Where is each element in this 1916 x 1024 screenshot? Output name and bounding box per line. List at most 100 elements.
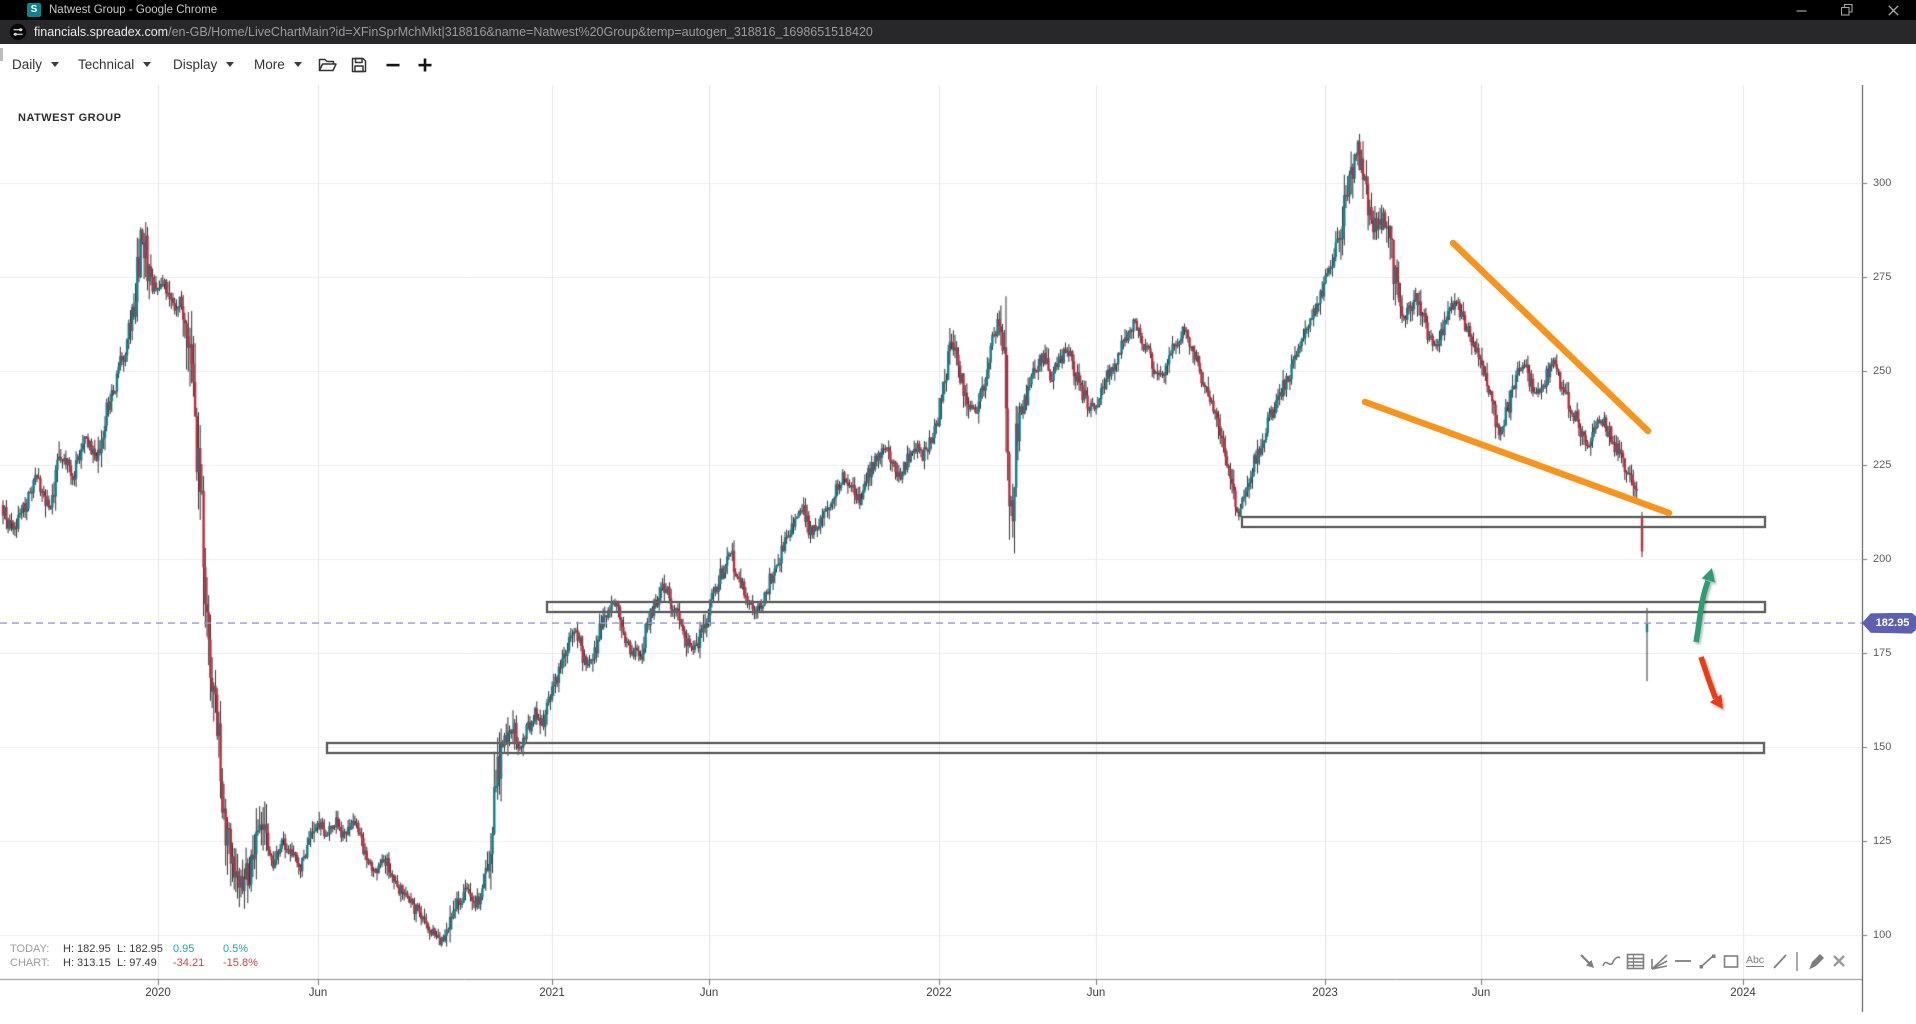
text-tool-icon: Abc [1746,955,1764,968]
x-axis-label: 2021 [539,987,565,999]
zoom-in-button[interactable] [418,44,432,85]
y-axis-label: 175 [1873,647,1891,659]
save-icon [351,57,367,73]
y-axis-label: 225 [1873,459,1891,471]
close-button[interactable] [1870,0,1916,20]
horizontal-line-tool[interactable] [1672,949,1694,973]
y-axis-label: 275 [1873,271,1891,283]
fibonacci-icon [1624,950,1646,972]
fan-icon [1648,950,1670,972]
stats-change: 0.95 [173,943,223,957]
more-dropdown[interactable]: More [254,44,302,85]
x-axis-label: Jun [1087,987,1106,999]
display-dropdown[interactable]: Display [173,44,234,85]
drawing-toolbar: Abc [1576,949,1850,973]
marker-icon [1804,950,1826,972]
more-dropdown-label: More [254,57,285,72]
instrument-title: NATWEST GROUP [18,112,121,124]
chevron-down-icon [226,62,234,67]
window-controls [1778,0,1916,20]
display-dropdown-label: Display [173,57,217,72]
folder-open-icon [318,57,337,73]
plus-icon [418,58,432,72]
horizontal-line-icon [1672,950,1694,972]
scrollbar-artifact [0,48,3,61]
x-axis-label: Jun [1472,987,1491,999]
y-axis-label: 250 [1873,365,1891,377]
stats-change-pct: -15.8% [223,957,273,971]
stats-label: TODAY: [10,943,63,957]
chart-toolbar: Daily Technical Display More [0,44,1916,85]
stats-high: H: 313.15 [63,957,117,971]
timeframe-dropdown-label: Daily [12,57,42,72]
curve-icon [1600,950,1622,972]
support-resistance-zone[interactable] [1242,517,1765,527]
chart-stats: TODAY: H: 182.95 L: 182.95 0.95 0.5% CHA… [10,943,273,970]
diagonal-line-icon [1768,950,1790,972]
stats-row-chart: CHART: H: 313.15 L: 97.49 -34.21 -15.8% [10,957,273,971]
chevron-down-icon [51,62,59,67]
close-tool[interactable] [1828,949,1850,973]
stats-change-pct: 0.5% [223,943,273,957]
stats-high: H: 182.95 [63,943,117,957]
marker-tool[interactable] [1804,949,1826,973]
window-title: Natwest Group - Google Chrome [49,0,217,20]
x-axis-label: Jun [700,987,719,999]
minimize-button[interactable] [1778,0,1824,20]
open-chart-button[interactable] [318,44,337,85]
chart-area: NATWEST GROUP 30027525022520017515012510… [0,85,1916,1024]
support-resistance-zone[interactable] [547,602,1765,612]
x-axis-label: 2022 [926,987,952,999]
minimize-icon [1796,5,1807,16]
x-axis-label: Jun [309,987,328,999]
diagonal-line-tool[interactable] [1768,949,1790,973]
window-titlebar: S Natwest Group - Google Chrome [0,0,1916,20]
x-axis-label: 2020 [145,987,171,999]
y-axis-label: 200 [1873,553,1891,565]
rectangle-tool[interactable] [1720,949,1742,973]
logo-letter: S [31,4,38,15]
toolbar-separator [1796,952,1798,971]
rectangle-icon [1720,950,1742,972]
curve-tool[interactable] [1600,949,1622,973]
pointer-tool[interactable] [1576,949,1598,973]
y-axis-label: 100 [1873,929,1891,941]
x-axis-label: 2024 [1730,987,1756,999]
technical-dropdown[interactable]: Technical [78,44,151,85]
close-icon [1888,5,1899,16]
stats-row-today: TODAY: H: 182.95 L: 182.95 0.95 0.5% [10,943,273,957]
stats-label: CHART: [10,957,63,971]
pointer-icon [1576,950,1598,972]
close-icon [1828,950,1850,972]
fan-tool[interactable] [1648,949,1670,973]
y-axis-label: 125 [1873,835,1891,847]
url-bar: financials.spreadex.com/en-GB/Home/LiveC… [0,20,1916,44]
site-info-icon[interactable] [9,23,27,41]
trend-line-tool[interactable] [1696,949,1718,973]
url-domain: financials.spreadex.com [34,25,168,39]
save-chart-button[interactable] [351,44,367,85]
timeframe-dropdown[interactable]: Daily [12,44,59,85]
zoom-out-button[interactable] [386,44,400,85]
chevron-down-icon [143,62,151,67]
chevron-down-icon [294,62,302,67]
current-price-tag: 182.95 [1862,613,1916,634]
minus-icon [386,58,400,72]
x-axis-label: 2023 [1312,987,1338,999]
trend-line[interactable] [1453,243,1648,431]
stats-change: -34.21 [173,957,223,971]
chart-annotations-overlay [0,85,1916,1024]
trend-line[interactable] [1365,402,1669,513]
y-axis-label: 150 [1873,741,1891,753]
url-path: /en-GB/Home/LiveChartMain?id=XFinSprMchM… [168,25,873,39]
address-omnibox[interactable]: financials.spreadex.com/en-GB/Home/LiveC… [34,20,873,44]
technical-dropdown-label: Technical [78,57,134,72]
text-tool[interactable]: Abc [1744,949,1766,973]
stats-low: L: 182.95 [117,943,173,957]
restore-button[interactable] [1824,0,1870,20]
annotation-arrow-up[interactable] [1696,568,1715,642]
browser-window: { "window": { "logo_letter": "S", "title… [0,0,1916,1024]
annotation-arrow-down[interactable] [1701,657,1723,709]
fibonacci-tool[interactable] [1624,949,1646,973]
support-resistance-zone[interactable] [327,743,1764,753]
